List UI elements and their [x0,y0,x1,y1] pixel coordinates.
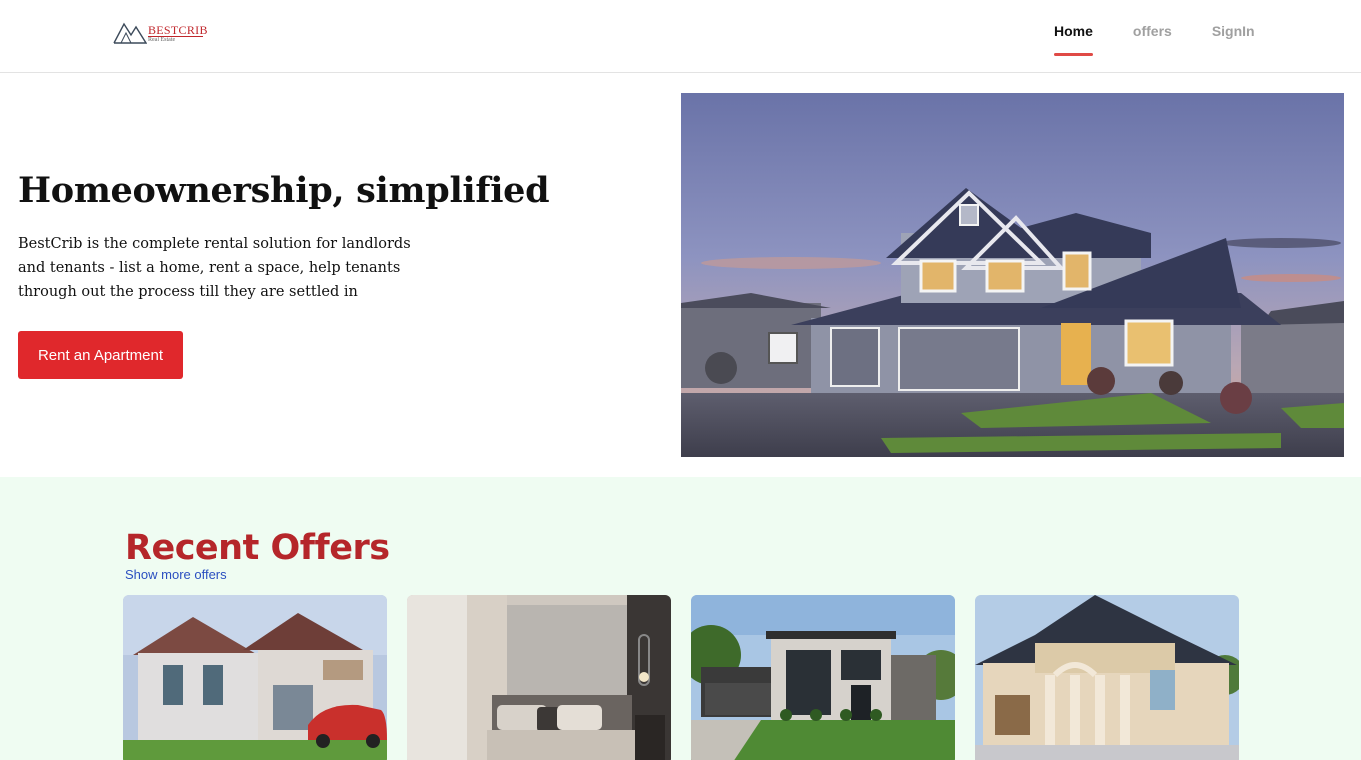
modern-house-image [691,595,955,760]
nav-link-signin[interactable]: SignIn [1212,23,1255,56]
bedroom-image [407,595,671,760]
nav-link-home[interactable]: Home [1054,23,1093,56]
hero-description: BestCrib is the complete rental solution… [18,236,411,300]
nav-link-offers[interactable]: offers [1133,23,1172,56]
hero-title: Homeownership, simplified [18,170,550,211]
rent-apartment-button[interactable]: Rent an Apartment [18,331,183,379]
logo-mountain-icon [113,22,147,44]
villa-image [123,595,387,760]
nav-links: Home offers SignIn [1054,23,1255,56]
bestcrib-logo[interactable]: BESTCRIB Real Estate [113,21,213,47]
offer-card-villa[interactable] [123,595,387,760]
mansion-image [975,595,1239,760]
recent-offers-section: Recent Offers Show more offers [0,477,1361,760]
top-navbar: BESTCRIB Real Estate Home offers SignIn [0,0,1361,73]
logo-subtitle-text: Real Estate [148,36,203,44]
offer-card-modern-house[interactable] [691,595,955,760]
offer-card-mansion[interactable] [975,595,1239,760]
hero-house-image [681,93,1344,457]
show-more-offers-link[interactable]: Show more offers [125,567,227,582]
offer-card-bedroom[interactable] [407,595,671,760]
recent-offers-title: Recent Offers [125,528,390,568]
